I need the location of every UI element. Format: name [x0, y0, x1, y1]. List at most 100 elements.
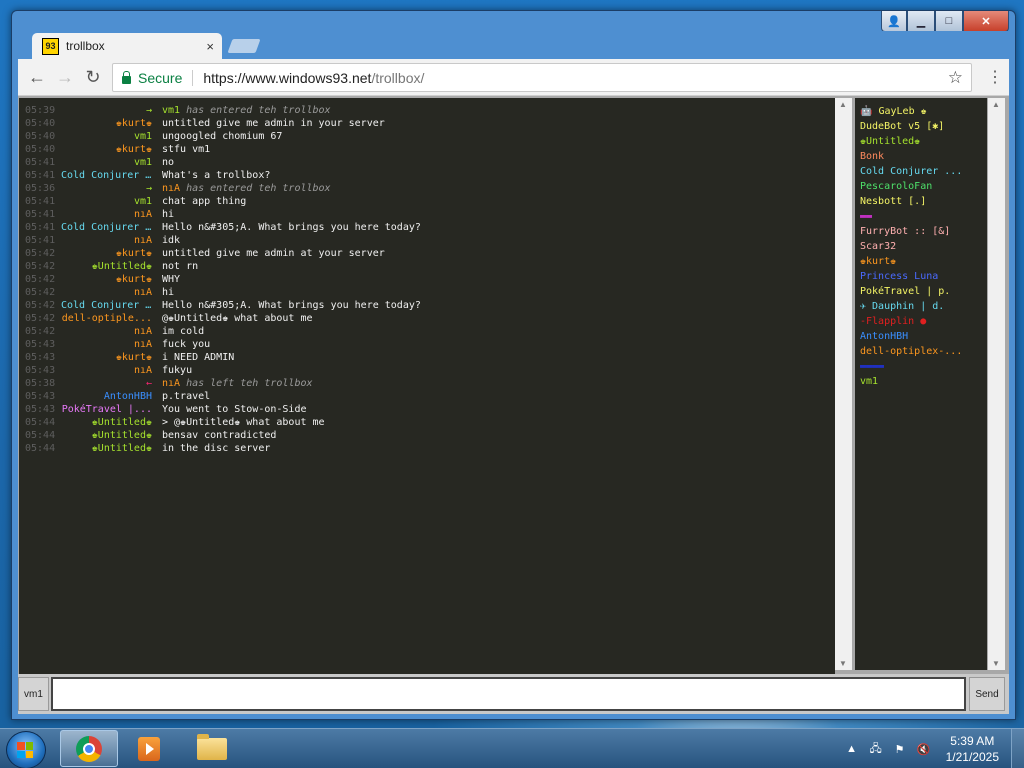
chat-scrollbar[interactable]: ▲ ▼ — [835, 98, 852, 670]
flag-icon[interactable]: ⚑ — [892, 741, 908, 757]
window-controls: 👤 ▁ □ ✕ — [881, 11, 1009, 32]
menu-icon[interactable]: ⋮ — [987, 67, 1003, 87]
folder-icon — [197, 733, 227, 760]
scroll-up-icon[interactable]: ▲ — [839, 100, 847, 109]
message-nick[interactable]: AntonHBH — [61, 390, 152, 403]
nick-button[interactable]: vm1 — [18, 677, 49, 711]
message-nick[interactable]: → — [61, 182, 152, 195]
message-nick[interactable]: Cold Conjurer ... — [61, 299, 152, 312]
message-time: 05:41 — [25, 170, 56, 181]
message-nick[interactable]: ♚Untitled♚ — [61, 260, 152, 273]
message-time: 05:44 — [25, 430, 56, 441]
user-list-item[interactable]: DudeBot v5 [✱] — [855, 119, 987, 134]
message-time: 05:42 — [25, 287, 56, 298]
star-icon[interactable]: ☆ — [948, 68, 963, 88]
user-list-item[interactable]: PokéTravel | p. — [855, 284, 987, 299]
scroll-up-icon[interactable]: ▲ — [992, 100, 1000, 109]
message-nick[interactable]: ♚Untitled♚ — [61, 416, 152, 429]
send-button[interactable]: Send — [969, 677, 1005, 711]
user-list-item[interactable]: ▬▬ — [855, 209, 987, 224]
message-nick[interactable]: vm1 — [61, 156, 152, 169]
message-nick[interactable]: ♚Untitled♚ — [61, 442, 152, 455]
show-desktop-button[interactable] — [1011, 729, 1024, 768]
message-time: 05:40 — [25, 131, 56, 142]
back-icon[interactable]: ← — [26, 66, 48, 88]
chat-message: 05:36 → nıA has entered teh trollbox — [19, 182, 835, 195]
user-list-item[interactable]: Princess Luna — [855, 269, 987, 284]
user-list-item[interactable]: Bonk — [855, 149, 987, 164]
user-list-item[interactable]: Scar32 — [855, 239, 987, 254]
chat-message: 05:42 ♚kurt♚ untitled give me admin at you… — [19, 247, 835, 260]
message-nick[interactable]: Cold Conjurer ... — [61, 169, 152, 182]
scroll-down-icon[interactable]: ▼ — [992, 659, 1000, 668]
message-nick[interactable]: nıA — [61, 286, 152, 299]
message-text: Hello n&#305;A. What brings you here tod… — [162, 300, 421, 311]
chrome-icon — [76, 735, 102, 762]
message-nick[interactable]: ♚kurt♚ — [61, 351, 152, 364]
message-nick[interactable]: nıA — [61, 234, 152, 247]
message-nick[interactable]: → — [61, 104, 152, 117]
url-host: https://www.windows93.net — [203, 69, 372, 86]
user-list-item[interactable]: PescaroloFan — [855, 179, 987, 194]
message-nick[interactable]: Cold Conjurer ... — [61, 221, 152, 234]
close-button[interactable]: ✕ — [963, 11, 1009, 32]
user-list-item[interactable]: ▬▬▬▬ — [855, 359, 987, 374]
user-list-item[interactable]: ♚Untitled♚ — [855, 134, 987, 149]
user-list-item[interactable]: AntonHBH — [855, 329, 987, 344]
maximize-button[interactable]: □ — [935, 11, 963, 32]
message-nick[interactable]: nıA — [61, 325, 152, 338]
user-list-item[interactable]: ✈ Dauphin | d. — [855, 299, 987, 314]
message-text: stfu vm1 — [162, 144, 211, 155]
tab-close-icon[interactable]: × — [206, 39, 214, 54]
user-list-scrollbar[interactable]: ▲ ▼ — [988, 98, 1005, 670]
message-time: 05:40 — [25, 118, 56, 129]
minimize-button[interactable]: ▁ — [907, 11, 935, 32]
message-nick[interactable]: ♚kurt♚ — [61, 117, 152, 130]
message-nick[interactable]: PokéTravel |... — [61, 403, 152, 416]
message-input[interactable] — [51, 677, 966, 711]
reload-icon[interactable]: ↻ — [82, 66, 104, 88]
message-nick[interactable]: dell-optiple... — [61, 312, 152, 325]
user-list-item[interactable]: Cold Conjurer ... — [855, 164, 987, 179]
chat-message: 05:43 nıA fukyu — [19, 364, 835, 377]
message-nick[interactable]: vm1 — [61, 195, 152, 208]
message-time: 05:44 — [25, 417, 56, 428]
chat-message: 05:43 ♚kurt♚ i NEED ADMIN — [19, 351, 835, 364]
message-nick[interactable]: nıA — [61, 338, 152, 351]
network-icon[interactable]: 🖧 — [868, 741, 884, 757]
user-list-item[interactable]: dell-optiplex-... — [855, 344, 987, 359]
message-nick[interactable]: ♚Untitled♚ — [61, 429, 152, 442]
user-list-item[interactable]: FurryBot :: [&] — [855, 224, 987, 239]
message-nick[interactable]: ← — [61, 377, 152, 390]
chat-message: 05:41 Cold Conjurer ... What's a trollbox? — [19, 169, 835, 182]
forward-icon[interactable]: → — [54, 66, 76, 88]
message-nick[interactable]: ♚kurt♚ — [61, 143, 152, 156]
user-list-item[interactable]: 🤖 GayLeb ♚ — [855, 104, 987, 119]
user-icon[interactable]: 👤 — [881, 11, 907, 32]
volume-muted-icon[interactable]: 🔇 — [916, 741, 932, 757]
message-nick[interactable]: nıA — [61, 364, 152, 377]
message-nick[interactable]: ♚kurt♚ — [61, 273, 152, 286]
user-list-item[interactable]: -Flapplin ● — [855, 314, 987, 329]
taskbar-chrome[interactable] — [60, 730, 118, 767]
taskbar-explorer[interactable] — [183, 730, 241, 767]
chat-message: 05:42 ♚Untitled♚ not rn — [19, 260, 835, 273]
message-time: 05:40 — [25, 144, 56, 155]
message-text: not rn — [162, 261, 199, 272]
message-nick[interactable]: ♚kurt♚ — [61, 247, 152, 260]
show-hidden-icons[interactable]: ▲ — [844, 741, 860, 757]
new-tab-button[interactable] — [227, 39, 261, 53]
message-time: 05:43 — [25, 352, 56, 363]
message-nick[interactable]: nıA — [61, 208, 152, 221]
user-list-item[interactable]: vm1 — [855, 374, 987, 389]
taskbar-media-player[interactable] — [120, 730, 178, 767]
address-bar[interactable]: Secure https://www.windows93.net/trollbo… — [112, 63, 972, 92]
clock[interactable]: 5:39 AM 1/21/2025 — [946, 733, 999, 765]
message-nick[interactable]: vm1 — [61, 130, 152, 143]
user-list-item[interactable]: ♚kurt♚ — [855, 254, 987, 269]
user-list-item[interactable]: Nesbott [.] — [855, 194, 987, 209]
scroll-down-icon[interactable]: ▼ — [839, 659, 847, 668]
message-text: fuck you — [162, 339, 211, 350]
start-button[interactable] — [6, 731, 46, 768]
tab-trollbox[interactable]: 93 trollbox × — [32, 33, 222, 59]
